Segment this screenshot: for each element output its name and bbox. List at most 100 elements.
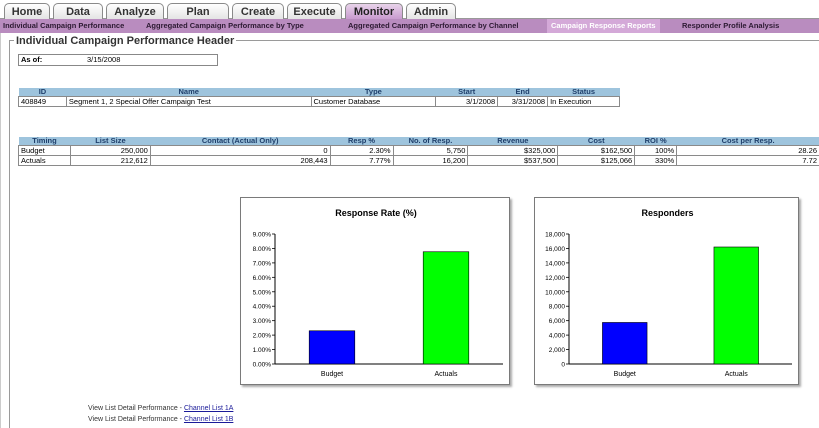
x-tick-label: Budget	[321, 371, 343, 378]
campaign-id: 408849	[18, 96, 67, 107]
column-header: Start	[435, 88, 498, 97]
column-header: End	[497, 88, 548, 97]
y-tick-label: 9.00%	[253, 232, 272, 239]
y-tick-label: 1.00%	[253, 347, 272, 354]
table-cell: 28.26	[676, 145, 819, 156]
table-cell: 7.77%	[329, 155, 394, 166]
channel-list-1a-link[interactable]: Channel List 1A	[184, 405, 233, 412]
table-cell: 250,000	[69, 145, 151, 156]
x-tick-label: Budget	[614, 371, 636, 378]
chart-title: Responders	[641, 208, 693, 218]
response-rate-chart: Response Rate (%) 0.00% 1.00% 2.00% 3.00% 4.0…	[240, 197, 510, 385]
table-cell: $125,066	[557, 155, 636, 166]
table-cell: $537,500	[467, 155, 559, 166]
bar-actuals	[422, 251, 470, 365]
subnav-responder-profile-analysis[interactable]: Responder Profile Analysis	[682, 19, 779, 33]
tab-admin[interactable]: Admin	[406, 3, 456, 19]
list-detail-link-row: View List Detail Performance - Channel L…	[88, 416, 233, 423]
campaign-status: In Execution	[547, 96, 620, 107]
campaign-end: 3/31/2008	[497, 96, 549, 107]
table-cell: 7.72	[676, 155, 819, 166]
x-tick-label: Actuals	[725, 371, 748, 378]
table-cell: 100%	[634, 145, 678, 156]
subnav-campaign-response-reports[interactable]: Campaign Response Reports	[547, 19, 660, 33]
y-tick-label: 2.00%	[253, 333, 272, 340]
y-tick-label: 7.00%	[253, 260, 272, 267]
bar-budget	[602, 322, 648, 365]
link-prefix: View List Detail Performance -	[88, 416, 184, 423]
table-cell: Actuals	[18, 155, 71, 166]
table-row: 408849 Segment 1, 2 Special Offer Campai…	[18, 96, 620, 107]
channel-list-1b-link[interactable]: Channel List 1B	[184, 416, 233, 423]
tab-data[interactable]: Data	[53, 3, 103, 19]
responders-chart: Responders 0 2,000 4,000 6,000 8,000 10,000 12,…	[534, 197, 799, 385]
subnav-aggregated-by-channel[interactable]: Aggregated Campaign Performance by Chann…	[348, 19, 518, 33]
table-cell: 330%	[634, 155, 678, 166]
tab-plan[interactable]: Plan	[167, 3, 229, 19]
y-tick-label: 0.00%	[253, 362, 272, 369]
x-tick-label: Actuals	[435, 371, 458, 378]
y-tick-label: 8,000	[549, 304, 566, 311]
y-tick-label: 16,000	[545, 246, 565, 253]
column-header: Resp %	[330, 137, 393, 146]
responders-chart-svg: Responders 0 2,000 4,000 6,000 8,000 10,000 12,…	[545, 208, 792, 378]
campaign-start: 3/1/2008	[435, 96, 499, 107]
column-header: List Size	[70, 137, 151, 146]
y-tick-label: 6.00%	[253, 275, 272, 282]
y-tick-label: 5.00%	[253, 289, 272, 296]
table-cell: $325,000	[467, 145, 559, 156]
column-header: ROI %	[634, 137, 677, 146]
table-row: Budget 250,000 0 2.30% 5,750 $325,000 $1…	[18, 145, 819, 156]
y-tick-label: 4,000	[549, 333, 566, 340]
table-cell: 212,612	[69, 155, 151, 166]
y-tick-label: 8.00%	[253, 246, 272, 253]
main-tab-bar: Home Data Analyze Plan Create Execute Mo…	[0, 0, 819, 19]
section-title: Individual Campaign Performance Header	[14, 35, 237, 47]
y-tick-label: 14,000	[545, 260, 565, 267]
as-of-value: 3/15/2008	[87, 55, 121, 64]
tab-execute[interactable]: Execute	[287, 3, 342, 19]
link-prefix: View List Detail Performance -	[88, 405, 184, 412]
y-tick-label: 10,000	[545, 289, 565, 296]
column-header: Status	[547, 88, 620, 97]
y-tick-label: 6,000	[549, 318, 566, 325]
tab-analyze[interactable]: Analyze	[106, 3, 164, 19]
chart-title: Response Rate (%)	[335, 208, 417, 218]
y-tick-label: 2,000	[549, 347, 566, 354]
table-cell: 16,200	[392, 155, 469, 166]
column-header: No. of Resp.	[393, 137, 468, 146]
tab-create[interactable]: Create	[232, 3, 284, 19]
table-cell: $162,500	[557, 145, 636, 156]
column-header: Type	[311, 88, 436, 97]
table-cell: 0	[149, 145, 331, 156]
table-row: Actuals 212,612 208,443 7.77% 16,200 $53…	[18, 155, 819, 166]
subnav-aggregated-by-type[interactable]: Aggregated Campaign Performance by Type	[146, 19, 304, 33]
as-of-field: As of: 3/15/2008	[18, 54, 218, 66]
campaign-table: ID Name Type Start End Status 408849 Seg…	[18, 88, 620, 107]
table-cell: 208,443	[149, 155, 331, 166]
list-detail-link-row: View List Detail Performance - Channel L…	[88, 405, 233, 412]
campaign-name: Segment 1, 2 Special Offer Campaign Test	[65, 96, 312, 107]
tab-monitor[interactable]: Monitor	[345, 3, 403, 19]
y-tick-label: 18,000	[545, 232, 565, 239]
tab-home[interactable]: Home	[4, 3, 50, 19]
y-tick-label: 3.00%	[253, 318, 272, 325]
left-border	[0, 33, 1, 428]
column-header: Contact (Actual Only)	[150, 137, 331, 146]
campaign-type: Customer Database	[310, 96, 437, 107]
y-tick-label: 0	[561, 362, 565, 369]
table-cell: 5,750	[392, 145, 469, 156]
column-header: Name	[66, 88, 311, 97]
subnav-individual-campaign-performance[interactable]: Individual Campaign Performance	[3, 19, 124, 33]
bar-budget	[308, 330, 356, 365]
response-rate-chart-svg: Response Rate (%) 0.00% 1.00% 2.00% 3.00% 4.0…	[253, 208, 503, 378]
column-header: Revenue	[467, 137, 558, 146]
column-header: ID	[18, 88, 67, 97]
as-of-label: As of:	[21, 55, 43, 64]
y-tick-label: 4.00%	[253, 304, 272, 311]
performance-table: Timing List Size Contact (Actual Only) R…	[18, 137, 819, 166]
bar-actuals	[713, 246, 759, 365]
column-header: Cost	[557, 137, 635, 146]
column-header: Timing	[18, 137, 71, 146]
sub-navigation: Individual Campaign Performance Aggregat…	[0, 19, 819, 33]
